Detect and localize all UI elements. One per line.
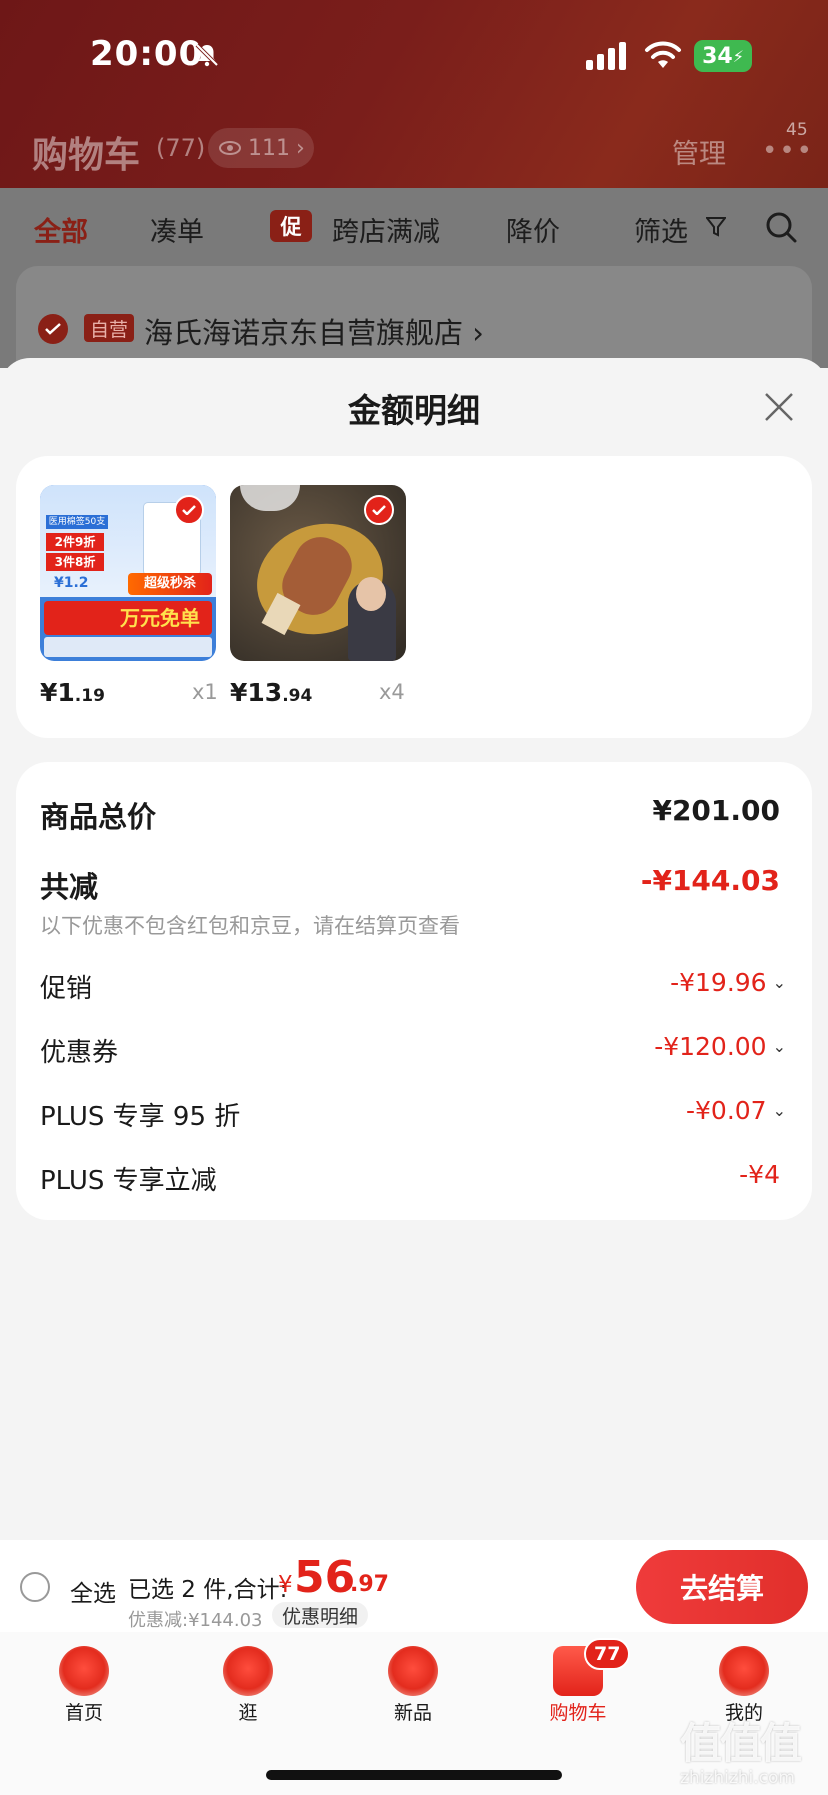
tab-home[interactable]: 首页 bbox=[44, 1698, 124, 1725]
price-dec: .19 bbox=[74, 686, 105, 706]
watermark-site: zhizhizhi.com bbox=[680, 1768, 795, 1788]
plus-reduce-value: -¥4 bbox=[739, 1160, 780, 1189]
chevron-down-icon: ⌄ bbox=[772, 1037, 786, 1056]
views-pill[interactable]: 111 › bbox=[208, 128, 314, 168]
price-int: ¥1 bbox=[40, 678, 75, 707]
product-price: ¥1.19 bbox=[40, 678, 105, 707]
tab-cross-store-discount[interactable]: 跨店满减 bbox=[332, 210, 440, 249]
reduce-value: -¥144.03 bbox=[640, 864, 780, 897]
funnel-icon[interactable] bbox=[706, 216, 726, 238]
bell-muted-icon bbox=[195, 43, 219, 67]
promo-row-label: 促销 bbox=[40, 974, 93, 1004]
discount-total: 优惠减:¥144.03 bbox=[128, 1610, 263, 1631]
promo-tag: 促 bbox=[270, 210, 312, 242]
watermark: 值值值 bbox=[680, 1719, 802, 1768]
plus-discount-row[interactable]: -¥0.07 ⌄ bbox=[686, 1096, 786, 1125]
tab-bundle[interactable]: 凑单 bbox=[150, 210, 204, 249]
store-name[interactable]: 海氏海诺京东自营旗舰店 › bbox=[144, 310, 484, 352]
selected-summary: 已选 2 件,合计: bbox=[128, 1577, 288, 1603]
cart-badge: 77 bbox=[584, 1638, 631, 1670]
reduce-label: 共减 bbox=[40, 870, 99, 904]
chevron-right-icon: › bbox=[296, 135, 305, 161]
browse-icon[interactable] bbox=[223, 1646, 273, 1696]
eye-icon bbox=[219, 141, 241, 155]
promo-row[interactable]: -¥19.96 ⌄ bbox=[670, 968, 786, 997]
total-value: ¥201.00 bbox=[652, 794, 780, 827]
thumb-flash-sale: 超级秒杀 bbox=[128, 573, 212, 595]
select-all-radio[interactable] bbox=[20, 1572, 50, 1602]
coupon-row-label: 优惠券 bbox=[40, 1038, 119, 1068]
total-amount-int: 56 bbox=[294, 1552, 356, 1603]
promo-row-value: -¥19.96 bbox=[670, 968, 767, 997]
chevron-down-icon: ⌄ bbox=[772, 1101, 786, 1120]
coupon-row[interactable]: -¥120.00 ⌄ bbox=[654, 1032, 786, 1061]
plus-discount-label: PLUS 专享 95 折 bbox=[40, 1102, 241, 1132]
tab-cart[interactable]: 购物车 bbox=[538, 1698, 618, 1725]
thumb-caption: 医用棉签50支 bbox=[46, 515, 108, 529]
thumb-promo-1: 2件9折 bbox=[46, 533, 104, 551]
product-qty: x1 bbox=[192, 680, 218, 704]
wifi-icon bbox=[645, 41, 681, 68]
discount-note: 以下优惠不包含红包和京豆，请在结算页查看 bbox=[40, 914, 460, 938]
more-icon[interactable]: ••• bbox=[762, 136, 814, 166]
manage-button[interactable]: 管理 bbox=[672, 132, 726, 171]
home-indicator bbox=[266, 1770, 562, 1780]
thumb-free-order: 万元免单 bbox=[44, 601, 212, 635]
signal-icon bbox=[586, 42, 626, 70]
cart-count: (77) bbox=[156, 134, 206, 162]
self-operated-tag: 自营 bbox=[84, 314, 134, 342]
thumb-price: ¥1.2 bbox=[54, 575, 89, 591]
new-products-icon[interactable] bbox=[388, 1646, 438, 1696]
product-price: ¥13.94 bbox=[230, 678, 312, 707]
select-all-label[interactable]: 全选 bbox=[70, 1574, 116, 1608]
checkout-button[interactable]: 去结算 bbox=[636, 1550, 808, 1624]
total-currency: ¥ bbox=[278, 1572, 293, 1598]
sheet-title: 金额明细 bbox=[348, 391, 480, 430]
coupon-row-value: -¥120.00 bbox=[654, 1032, 767, 1061]
page-title: 购物车 bbox=[32, 135, 141, 176]
battery-level: 34 bbox=[702, 43, 733, 69]
product-check-icon[interactable] bbox=[364, 495, 394, 525]
store-check-icon[interactable] bbox=[38, 314, 68, 344]
views-count: 111 bbox=[248, 135, 290, 161]
store-name-text: 海氏海诺京东自营旗舰店 bbox=[144, 316, 464, 350]
total-label: 商品总价 bbox=[40, 800, 157, 834]
tab-all[interactable]: 全部 bbox=[34, 210, 88, 249]
discount-detail-button[interactable]: 优惠明细 bbox=[272, 1602, 369, 1628]
product-qty: x4 bbox=[379, 680, 405, 704]
battery-icon: 34 ⚡ bbox=[694, 40, 752, 72]
price-dec: .94 bbox=[282, 686, 313, 706]
thumb-promo-2: 3件8折 bbox=[46, 553, 104, 571]
product-check-icon[interactable] bbox=[174, 495, 204, 525]
tab-price-drop[interactable]: 降价 bbox=[506, 210, 560, 249]
total-amount-dec: .97 bbox=[350, 1572, 389, 1597]
tab-browse[interactable]: 逛 bbox=[208, 1698, 288, 1725]
price-int: ¥13 bbox=[230, 678, 283, 707]
home-icon[interactable] bbox=[59, 1646, 109, 1696]
search-icon[interactable] bbox=[764, 210, 798, 244]
status-time: 20:00 bbox=[90, 34, 204, 74]
close-icon[interactable] bbox=[762, 390, 796, 424]
plus-discount-value: -¥0.07 bbox=[686, 1096, 767, 1125]
plus-reduce-label: PLUS 专享立减 bbox=[40, 1166, 217, 1196]
tab-filter[interactable]: 筛选 bbox=[634, 210, 688, 249]
profile-icon[interactable] bbox=[719, 1646, 769, 1696]
chevron-down-icon: ⌄ bbox=[772, 973, 786, 992]
tab-new[interactable]: 新品 bbox=[373, 1698, 453, 1725]
more-badge: 45 bbox=[786, 120, 808, 140]
